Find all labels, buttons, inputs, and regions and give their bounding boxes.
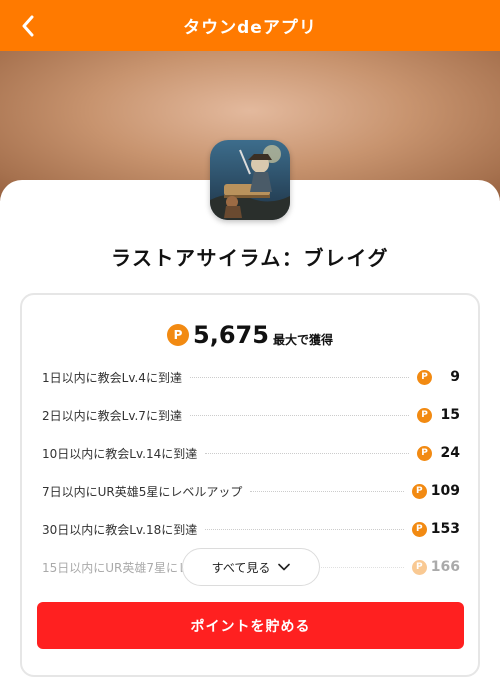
mission-row: 1日以内に教会Lv.4に到達 P 9: [42, 367, 460, 387]
mission-points: 9: [450, 369, 460, 385]
app-icon: [210, 140, 290, 220]
dotted-leader: [205, 528, 404, 530]
point-coin-icon: P: [417, 369, 432, 385]
mission-row: 10日以内に教会Lv.14に到達 P 24: [42, 443, 460, 463]
mission-points: 166: [430, 559, 460, 575]
mission-row: 30日以内に教会Lv.18に到達 P 153: [42, 519, 460, 539]
point-coin-icon: P: [411, 559, 427, 575]
app-name: ラストアサイラム：ブレイグ: [110, 246, 390, 270]
point-coin-icon: P: [411, 521, 427, 537]
mission-points: 153: [430, 521, 460, 537]
point-coin-icon: P: [417, 407, 432, 423]
mission-row: 7日以内にUR英雄5星にレベルアップ P 109: [42, 481, 460, 501]
see-all-label: すべて見る: [211, 560, 271, 575]
dotted-leader: [250, 490, 404, 492]
total-points-suffix: 最大で獲得: [272, 332, 333, 347]
collect-points-button[interactable]: ポイントを貯める: [37, 602, 464, 649]
see-all-button[interactable]: すべて見る: [182, 548, 320, 586]
chevron-down-icon: [278, 563, 291, 571]
app-screen: タウンdeアプリ ラストアサイラム：ブレイグ P 5,675 最大で獲得 1日以…: [0, 0, 500, 700]
point-coin-icon: P: [417, 445, 432, 461]
header-title: タウンdeアプリ: [183, 18, 317, 38]
total-points: P 5,675 最大で獲得: [22, 321, 478, 349]
dotted-leader: [189, 414, 409, 416]
mission-label: 7日以内にUR英雄5星にレベルアップ: [42, 484, 243, 499]
total-points-value: 5,675: [193, 321, 269, 349]
mission-points: 24: [440, 445, 460, 461]
mission-label: 10日以内に教会Lv.14に到達: [42, 446, 198, 461]
header-bar: タウンdeアプリ: [0, 0, 500, 51]
mission-points: 109: [430, 483, 460, 499]
chevron-left-icon: [22, 15, 34, 37]
back-button[interactable]: [14, 12, 42, 40]
mission-points: 15: [440, 407, 460, 423]
point-coin-icon: P: [411, 483, 427, 499]
dotted-leader: [189, 376, 409, 378]
points-card: P 5,675 最大で獲得 1日以内に教会Lv.4に到達 P 9 2日以内に教会…: [20, 293, 480, 677]
mission-row: 2日以内に教会Lv.7に到達 P 15: [42, 405, 460, 425]
mission-label: 30日以内に教会Lv.18に到達: [42, 522, 198, 537]
mission-label: 1日以内に教会Lv.4に到達: [42, 370, 182, 385]
point-coin-icon: P: [167, 324, 190, 346]
mission-label: 2日以内に教会Lv.7に到達: [42, 408, 182, 423]
dotted-leader: [205, 452, 409, 454]
